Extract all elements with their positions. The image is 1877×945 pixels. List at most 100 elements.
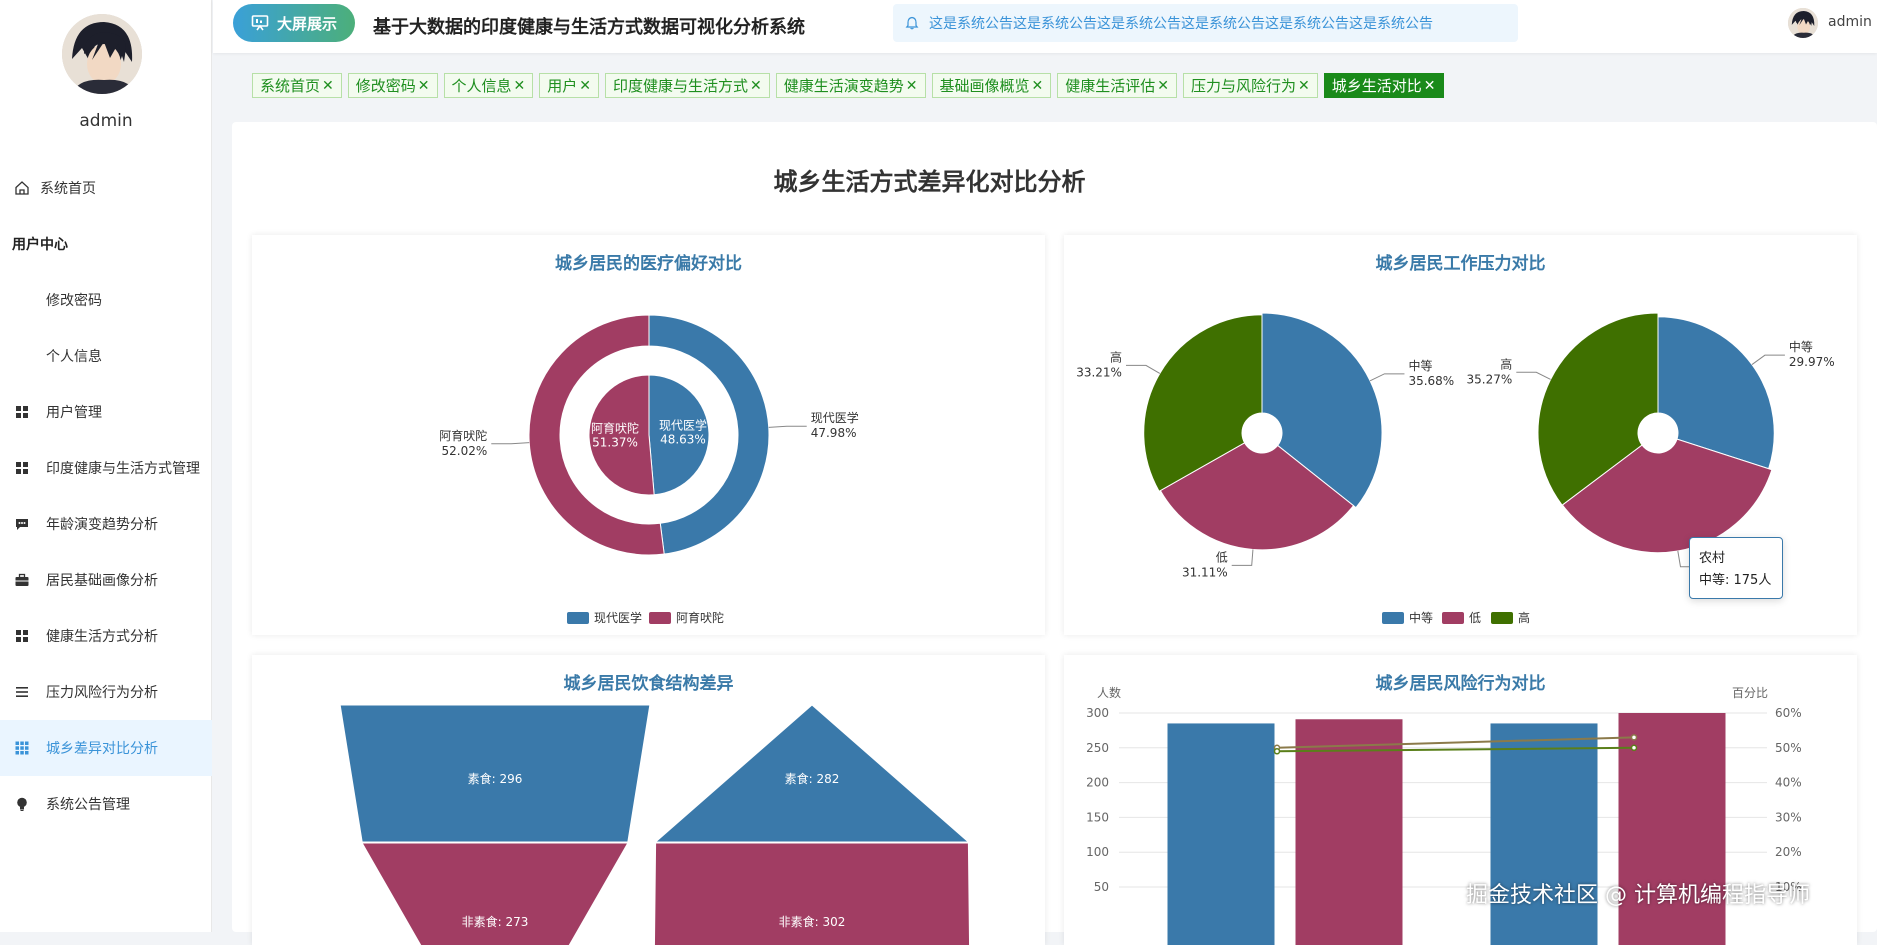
tab-9[interactable]: 城乡生活对比 ✕ <box>1323 73 1444 98</box>
sidebar-item-lifestyle-analysis[interactable]: 健康生活方式分析 <box>0 608 212 664</box>
sidebar-item-home[interactable]: 系统首页 <box>0 160 212 216</box>
y-tick-right: 30% <box>1775 810 1802 824</box>
funnel-label: 非素食: 302 <box>779 914 846 929</box>
y-tick-left: 50 <box>1094 880 1109 894</box>
sidebar-item-label: 健康生活方式分析 <box>46 629 158 645</box>
slice-percent: 35.68% <box>1408 374 1454 388</box>
diet-structure-chart: 素食: 296 非素食: 273 素食: 282 非素食: 302 <box>339 704 971 945</box>
bar <box>1295 719 1403 945</box>
tab-2[interactable]: 个人信息 ✕ <box>443 73 534 98</box>
big-screen-button[interactable]: 大屏展示 <box>233 4 355 42</box>
tab-close-icon[interactable]: ✕ <box>579 78 591 94</box>
y-tick-left: 300 <box>1086 706 1109 720</box>
line-point <box>1630 734 1638 741</box>
tab-close-icon[interactable]: ✕ <box>322 78 334 94</box>
apps-icon <box>15 741 29 755</box>
slice-percent: 33.21% <box>1076 365 1122 379</box>
slice-label: 现代医学 <box>659 418 707 433</box>
tab-close-icon[interactable]: ✕ <box>1032 78 1044 94</box>
tab-1[interactable]: 修改密码 ✕ <box>347 73 438 98</box>
legend-label: 高 <box>1518 610 1530 625</box>
tab-6[interactable]: 基础画像概览 ✕ <box>931 73 1052 98</box>
sidebar-item-profile[interactable]: 个人信息 <box>0 328 212 384</box>
tab-close-icon[interactable]: ✕ <box>418 78 430 94</box>
sidebar-item-label: 系统首页 <box>40 181 96 197</box>
sidebar-item-label: 个人信息 <box>46 349 102 365</box>
header-avatar[interactable] <box>1788 8 1818 38</box>
bar <box>1490 723 1598 945</box>
big-screen-label: 大屏展示 <box>276 14 337 33</box>
tab-close-icon[interactable]: ✕ <box>1157 78 1169 94</box>
sidebar-item-label: 城乡差异对比分析 <box>46 741 158 757</box>
funnel-label: 素食: 282 <box>785 771 840 786</box>
sidebar-item-resident-profile[interactable]: 居民基础画像分析 <box>0 552 212 608</box>
sidebar-item-user-management[interactable]: 用户管理 <box>0 384 212 440</box>
legend-label: 现代医学 <box>594 610 642 625</box>
grid-icon <box>16 462 28 474</box>
legend-swatch <box>1442 612 1464 624</box>
sidebar-item-age-trend[interactable]: 年龄演变趋势分析 <box>0 496 212 552</box>
diet-structure-card: 城乡居民饮食结构差异 素食: 296 非素食: 273 素食: 282 非素食: 30… <box>252 655 1045 945</box>
tab-0[interactable]: 系统首页 ✕ <box>252 73 342 98</box>
header-username[interactable]: admin <box>1828 14 1872 30</box>
screen-icon <box>251 15 269 31</box>
tooltip-title: 农村 <box>1699 551 1726 566</box>
sidebar-item-change-password[interactable]: 修改密码 <box>0 272 212 328</box>
leader-line <box>768 425 807 428</box>
y-tick-left: 150 <box>1086 810 1109 824</box>
tooltip-text: 中等: 175人 <box>1699 573 1772 588</box>
briefcase-icon <box>15 573 29 586</box>
tab-close-icon[interactable]: ✕ <box>514 78 526 94</box>
sidebar-item-notice-management[interactable]: 系统公告管理 <box>0 776 212 832</box>
leader-line <box>1231 549 1254 566</box>
axis-label-right: 百分比 <box>1732 686 1768 700</box>
tab-3[interactable]: 用户 ✕ <box>539 73 599 98</box>
tab-label: 健康生活演变趋势 <box>783 77 904 95</box>
slice-percent: 35.27% <box>1467 372 1513 386</box>
slice-label: 阿育吠陀 <box>591 420 639 435</box>
tab-4[interactable]: 印度健康与生活方式 ✕ <box>605 73 770 98</box>
leader-line <box>491 442 530 445</box>
tab-close-icon[interactable]: ✕ <box>906 78 918 94</box>
sidebar-group-user-center[interactable]: 用户中心 <box>0 216 212 272</box>
watermark: 掘金技术社区 @ 计算机编程指导师 <box>1466 883 1810 908</box>
tab-close-icon[interactable]: ✕ <box>1424 78 1436 94</box>
sidebar-item-label: 系统公告管理 <box>46 797 130 813</box>
leader-line <box>1751 354 1785 365</box>
tab-close-icon[interactable]: ✕ <box>750 78 762 94</box>
tab-label: 系统首页 <box>260 77 321 95</box>
sidebar-item-urban-rural[interactable]: 城乡差异对比分析 <box>0 720 212 776</box>
avatar[interactable] <box>62 14 142 94</box>
legend-swatch <box>1491 612 1513 624</box>
y-tick-right: 60% <box>1775 706 1802 720</box>
tab-label: 压力与风险行为 <box>1191 77 1297 95</box>
tooltip: 农村 中等: 175人 <box>1689 537 1783 599</box>
tab-5[interactable]: 健康生活演变趋势 ✕ <box>775 73 926 98</box>
legend-swatch <box>1382 612 1404 624</box>
top-header: 大屏展示 基于大数据的印度健康与生活方式数据可视化分析系统 这是系统公告这是系统… <box>213 0 1877 53</box>
sidebar-item-stress-risk[interactable]: 压力风险行为分析 <box>0 664 212 720</box>
tab-label: 基础画像概览 <box>939 77 1030 95</box>
y-tick-left: 200 <box>1086 776 1109 790</box>
slice-label: 中等 <box>1789 339 1813 354</box>
tab-label: 城乡生活对比 <box>1331 77 1422 95</box>
home-icon <box>15 181 29 195</box>
tab-close-icon[interactable]: ✕ <box>1298 78 1310 94</box>
tab-label: 健康生活评估 <box>1065 77 1156 95</box>
sidebar-item-label: 居民基础画像分析 <box>46 573 158 589</box>
tab-8[interactable]: 压力与风险行为 ✕ <box>1183 73 1318 98</box>
tab-label: 用户 <box>547 77 578 95</box>
y-tick-right: 20% <box>1775 845 1802 859</box>
notice-bar[interactable]: 这是系统公告这是系统公告这是系统公告这是系统公告这是系统公告这是系统公告 <box>893 4 1518 42</box>
leader-line <box>1516 371 1551 380</box>
legend-label: 中等 <box>1409 610 1433 625</box>
slice-label: 高 <box>1110 349 1122 364</box>
leader-line <box>1369 373 1405 382</box>
y-tick-left: 100 <box>1086 845 1109 859</box>
legend-swatch <box>649 612 671 624</box>
sidebar: admin 系统首页 用户中心 修改密码 个人信息 用户管理 印度健康与生活方式… <box>0 0 212 932</box>
tab-7[interactable]: 健康生活评估 ✕ <box>1057 73 1177 98</box>
sidebar-item-health-management[interactable]: 印度健康与生活方式管理 <box>0 440 212 496</box>
bar <box>1167 723 1275 945</box>
system-title: 基于大数据的印度健康与生活方式数据可视化分析系统 <box>373 17 805 38</box>
